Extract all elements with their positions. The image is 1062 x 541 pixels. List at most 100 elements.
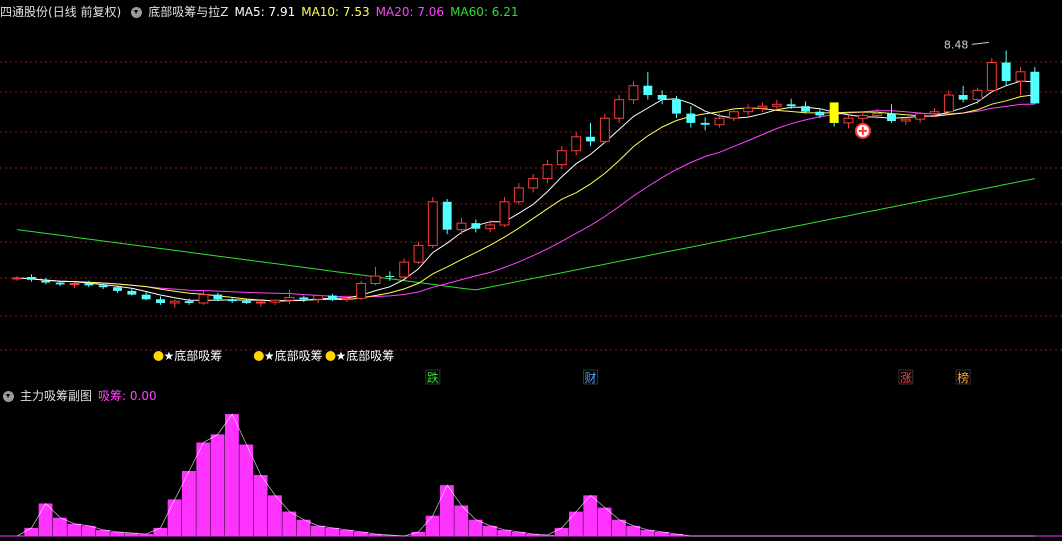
candle bbox=[915, 111, 926, 123]
candle-body bbox=[771, 103, 782, 107]
candle-body bbox=[141, 294, 151, 300]
candle bbox=[270, 299, 281, 305]
candle bbox=[442, 199, 452, 235]
candle-body bbox=[743, 107, 754, 113]
signal-candle bbox=[829, 102, 839, 123]
ma10-readout: MA10: 7.53 bbox=[301, 5, 370, 19]
accumulation-bar bbox=[210, 434, 225, 536]
accumulation-bar bbox=[325, 527, 340, 536]
candle bbox=[198, 290, 209, 305]
candle-body bbox=[413, 244, 424, 263]
accumulation-bar bbox=[268, 495, 282, 536]
accumulation-bar bbox=[53, 517, 67, 536]
candle-body bbox=[672, 99, 681, 114]
ma60-readout: MA60: 6.21 bbox=[450, 5, 519, 19]
candle bbox=[69, 281, 80, 289]
sub-chart-header: 主力吸筹副图 吸筹: 0.00 bbox=[0, 386, 163, 406]
candle-body bbox=[657, 95, 667, 100]
candle-body bbox=[227, 299, 237, 302]
accumulation-bar bbox=[554, 527, 569, 536]
max-price-arrow bbox=[971, 41, 989, 45]
candle bbox=[542, 160, 553, 184]
candle-body bbox=[41, 280, 51, 283]
candle-body bbox=[1001, 62, 1011, 82]
signal-label: ★底部吸筹 bbox=[336, 348, 395, 363]
candle-body bbox=[887, 113, 896, 121]
candle bbox=[643, 71, 653, 100]
candle bbox=[728, 108, 739, 121]
candle-body bbox=[169, 300, 180, 304]
candle-body bbox=[442, 201, 452, 230]
candle bbox=[757, 102, 768, 112]
candle bbox=[614, 95, 625, 123]
accumulation-bar bbox=[411, 531, 426, 536]
candle bbox=[900, 117, 911, 125]
candle bbox=[41, 277, 51, 285]
accumulation-bar bbox=[282, 511, 297, 536]
event-tag: 涨 bbox=[900, 370, 912, 385]
accumulation-bar bbox=[425, 515, 440, 536]
candlestick-chart[interactable]: 8.48 ★底部吸筹 ★底部吸筹 ★底部吸筹跌 财 涨 榜 bbox=[0, 20, 1062, 385]
candle-body bbox=[84, 283, 94, 286]
accumulation-bar bbox=[153, 527, 168, 536]
candle-body bbox=[356, 283, 367, 299]
candle-body bbox=[542, 164, 553, 180]
sub-indicator-name[interactable]: 主力吸筹副图 bbox=[20, 386, 92, 406]
candle-body bbox=[900, 118, 911, 122]
accumulation-bar bbox=[612, 519, 626, 536]
candle bbox=[972, 87, 983, 105]
candle-body bbox=[528, 178, 539, 189]
candle bbox=[700, 117, 710, 131]
candle bbox=[356, 280, 367, 301]
candle bbox=[556, 146, 567, 170]
candle bbox=[12, 276, 23, 281]
candle bbox=[499, 197, 510, 227]
candle-body bbox=[299, 297, 309, 300]
accumulation-bar bbox=[67, 523, 82, 536]
candle-body bbox=[499, 201, 510, 226]
accumulation-bar bbox=[296, 519, 311, 536]
candle bbox=[513, 183, 524, 205]
candle-body bbox=[513, 187, 524, 203]
candle bbox=[599, 113, 610, 144]
candle bbox=[571, 132, 582, 156]
candle-body bbox=[986, 62, 997, 91]
ma20-readout: MA20: 7.06 bbox=[375, 5, 445, 19]
candle-body bbox=[929, 111, 940, 115]
candle bbox=[413, 241, 424, 264]
candle bbox=[887, 104, 896, 123]
accumulation-bar bbox=[196, 442, 211, 536]
candle-body bbox=[12, 277, 23, 280]
candle-body bbox=[686, 113, 696, 123]
candle-body bbox=[399, 261, 410, 278]
indicator-name[interactable]: 底部吸筹与拉Z bbox=[148, 2, 228, 22]
candle bbox=[771, 99, 782, 110]
signal-label: ★底部吸筹 bbox=[164, 348, 223, 363]
signal-dot-icon bbox=[325, 351, 336, 361]
candle bbox=[628, 81, 639, 105]
candle bbox=[801, 101, 810, 114]
candle-body bbox=[184, 301, 194, 303]
dropdown-icon[interactable] bbox=[3, 390, 14, 402]
candle-body bbox=[113, 287, 122, 291]
candle bbox=[169, 299, 180, 308]
candle-body bbox=[943, 94, 954, 113]
accumulation-subchart[interactable] bbox=[0, 406, 1062, 539]
candle-body bbox=[1015, 71, 1026, 82]
candle bbox=[1030, 67, 1040, 105]
candle-body bbox=[27, 277, 36, 280]
buy-signal-icon bbox=[854, 122, 871, 139]
period-mode[interactable]: (日线 前复权) bbox=[48, 2, 121, 22]
ma5-line bbox=[17, 80, 1035, 302]
candle bbox=[27, 274, 36, 282]
candle-body bbox=[614, 99, 625, 119]
candle-body bbox=[556, 150, 567, 166]
event-tag: 榜 bbox=[957, 370, 969, 385]
candle-body bbox=[213, 294, 223, 300]
dropdown-icon[interactable] bbox=[131, 6, 143, 18]
candle-body bbox=[156, 299, 165, 303]
candle-body bbox=[872, 113, 883, 116]
candle bbox=[528, 173, 539, 193]
candle bbox=[427, 197, 438, 249]
candle bbox=[714, 113, 725, 128]
